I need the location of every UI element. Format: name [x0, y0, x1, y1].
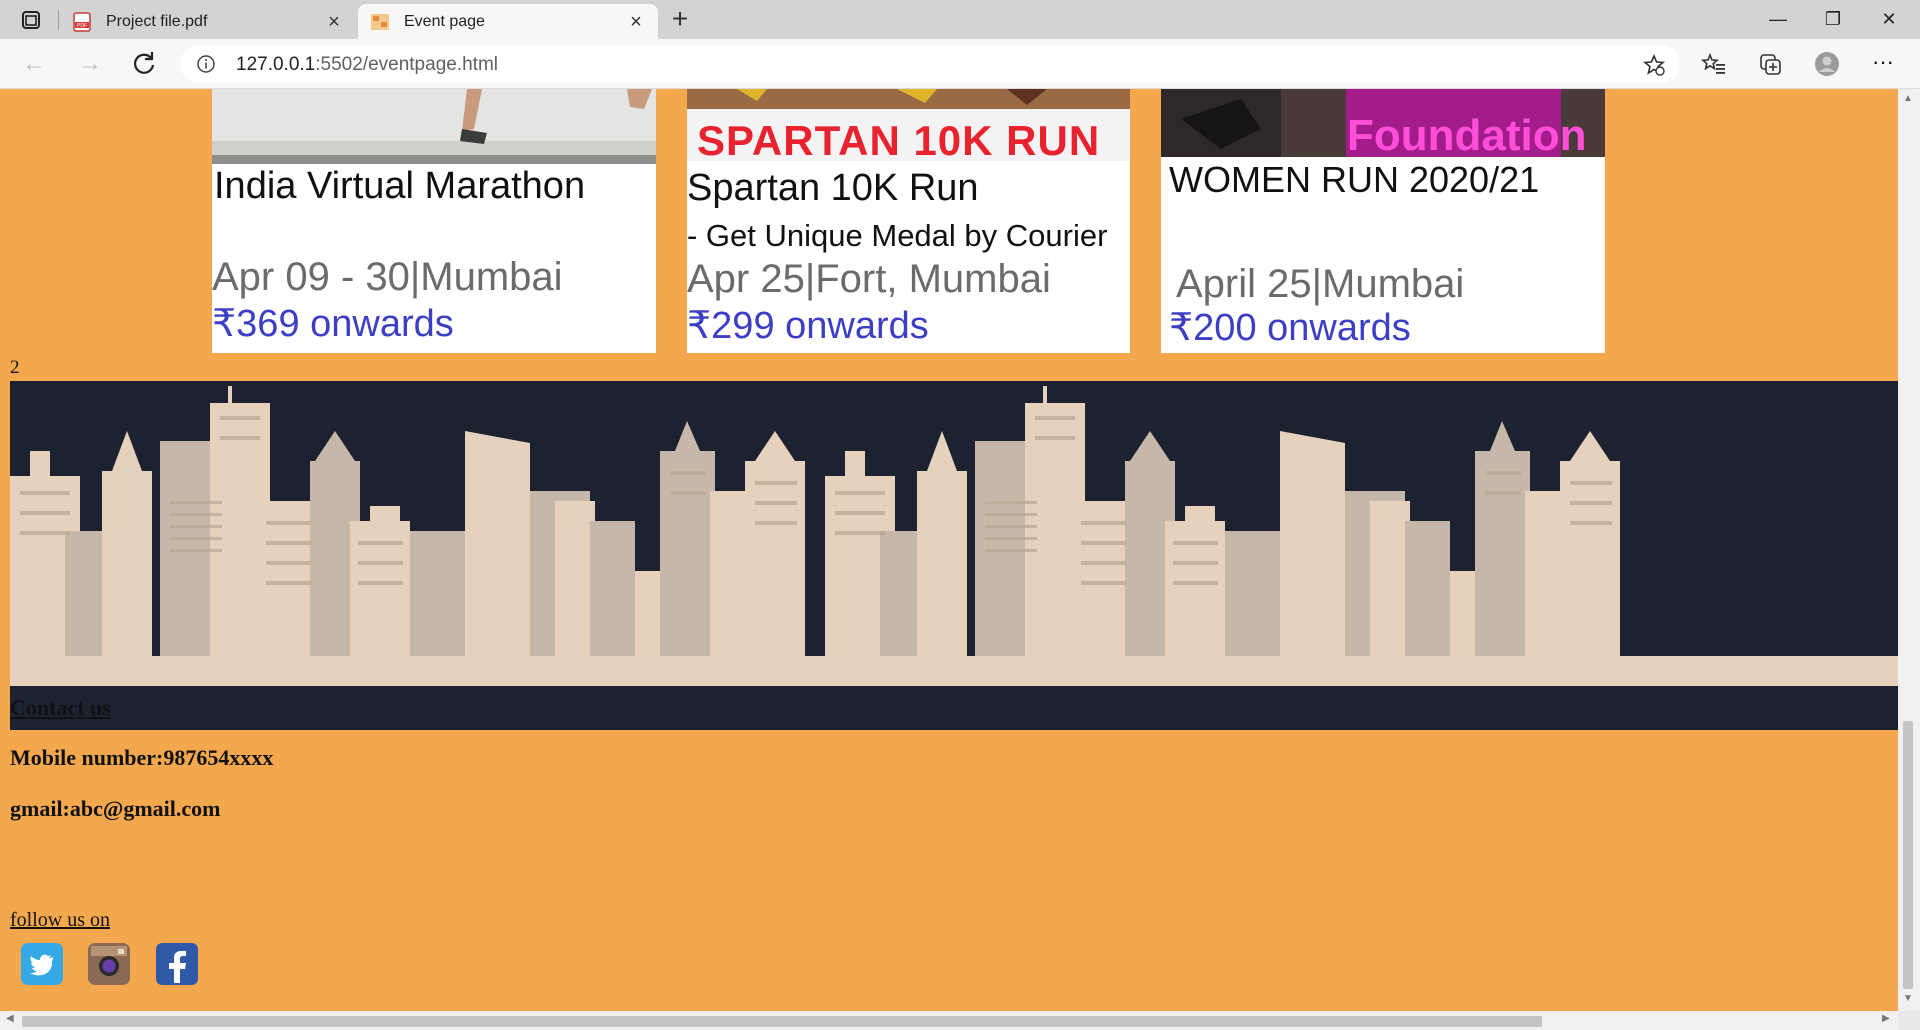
event-date-location: Apr 25|Fort, Mumbai	[687, 257, 1051, 301]
page-counter: 2	[10, 357, 20, 378]
tab-event-page[interactable]: Event page ×	[358, 4, 658, 39]
event-image	[212, 89, 656, 164]
event-date-location: April 25|Mumbai	[1176, 262, 1465, 306]
skyline-illustration	[10, 386, 1898, 730]
horizontal-scrollbar[interactable]: ◀ ▶	[0, 1011, 1898, 1030]
tab-actions-icon[interactable]	[20, 9, 42, 31]
page-favicon	[371, 13, 389, 30]
event-price: ₹200 onwards	[1169, 307, 1411, 349]
add-favorite-icon[interactable]	[1642, 53, 1666, 77]
twitter-icon[interactable]	[21, 943, 63, 985]
event-title: WOMEN RUN 2020/21	[1169, 159, 1540, 200]
contact-mobile: Mobile number:987654xxxx	[10, 745, 274, 770]
event-card[interactable]: SPARTAN 10K RUN Spartan 10K Run - Get Un…	[687, 89, 1130, 353]
scroll-left-arrow[interactable]: ◀	[6, 1013, 14, 1024]
event-subtitle: - Get Unique Medal by Courier	[687, 218, 1108, 253]
contact-heading: Contact us	[10, 695, 111, 720]
scroll-down-arrow[interactable]: ▼	[1901, 993, 1915, 1004]
scroll-right-arrow[interactable]: ▶	[1882, 1013, 1890, 1024]
event-card[interactable]: India Virtual Marathon Apr 09 - 30|Mumba…	[212, 89, 656, 353]
close-tab-icon[interactable]: ×	[626, 12, 646, 32]
follow-us-text: follow us on	[10, 909, 110, 931]
instagram-icon[interactable]	[88, 943, 130, 985]
tab-bar: PDF Project file.pdf × Event page × + — …	[0, 0, 1920, 39]
contact-email: gmail:abc@gmail.com	[10, 796, 221, 821]
refresh-icon[interactable]	[128, 48, 160, 80]
facebook-icon[interactable]	[156, 943, 198, 985]
url-field[interactable]: 127.0.0.1:5502/eventpage.html	[180, 45, 1680, 83]
minimize-button[interactable]: —	[1755, 4, 1801, 34]
tab-title: Project file.pdf	[106, 12, 208, 30]
url-host: 127.0.0.1	[236, 54, 316, 75]
event-title: Spartan 10K Run	[687, 167, 979, 209]
event-banner-text: SPARTAN 10K RUN	[697, 117, 1101, 164]
collections-icon[interactable]	[1757, 51, 1783, 77]
forward-button[interactable]: →	[74, 48, 106, 80]
event-price: ₹299 onwards	[687, 305, 929, 347]
svg-text:PDF: PDF	[77, 23, 87, 29]
page-viewport: India Virtual Marathon Apr 09 - 30|Mumba…	[0, 89, 1898, 1011]
event-card[interactable]: Foundation WOMEN RUN 2020/21 April 25|Mu…	[1161, 89, 1605, 353]
pdf-icon: PDF	[73, 11, 91, 32]
settings-menu-icon[interactable]: ···	[1870, 51, 1896, 77]
url-path: :5502/eventpage.html	[315, 54, 498, 75]
city-skyline-image	[10, 381, 1898, 730]
back-button[interactable]: ←	[18, 48, 50, 80]
horizontal-scroll-thumb[interactable]	[22, 1016, 1542, 1027]
site-info-icon[interactable]	[196, 54, 216, 74]
profile-avatar-icon[interactable]	[1814, 51, 1840, 77]
event-title: India Virtual Marathon	[214, 165, 586, 207]
favorites-icon[interactable]	[1701, 51, 1727, 77]
close-window-button[interactable]: ✕	[1866, 4, 1912, 34]
close-tab-icon[interactable]: ×	[324, 12, 344, 32]
scroll-up-arrow[interactable]: ▲	[1901, 93, 1915, 104]
event-price: ₹369 onwards	[212, 303, 454, 345]
vertical-scroll-thumb[interactable]	[1903, 721, 1913, 989]
event-date-location: Apr 09 - 30|Mumbai	[212, 255, 563, 299]
restore-button[interactable]: ❐	[1810, 4, 1856, 34]
event-banner-text: Foundation	[1347, 111, 1587, 160]
tab-project-pdf[interactable]: PDF Project file.pdf ×	[60, 4, 356, 39]
url-text: 127.0.0.1:5502/eventpage.html	[236, 54, 498, 76]
tab-title: Event page	[404, 12, 485, 30]
tab-separator	[58, 10, 59, 30]
address-bar: ← → 127.0.0.1:5502/eventpage.html ···	[0, 39, 1920, 89]
vertical-scrollbar[interactable]: ▲ ▼	[1898, 89, 1920, 1011]
new-tab-button[interactable]: +	[666, 5, 694, 34]
scrollbar-corner	[1898, 1011, 1920, 1030]
